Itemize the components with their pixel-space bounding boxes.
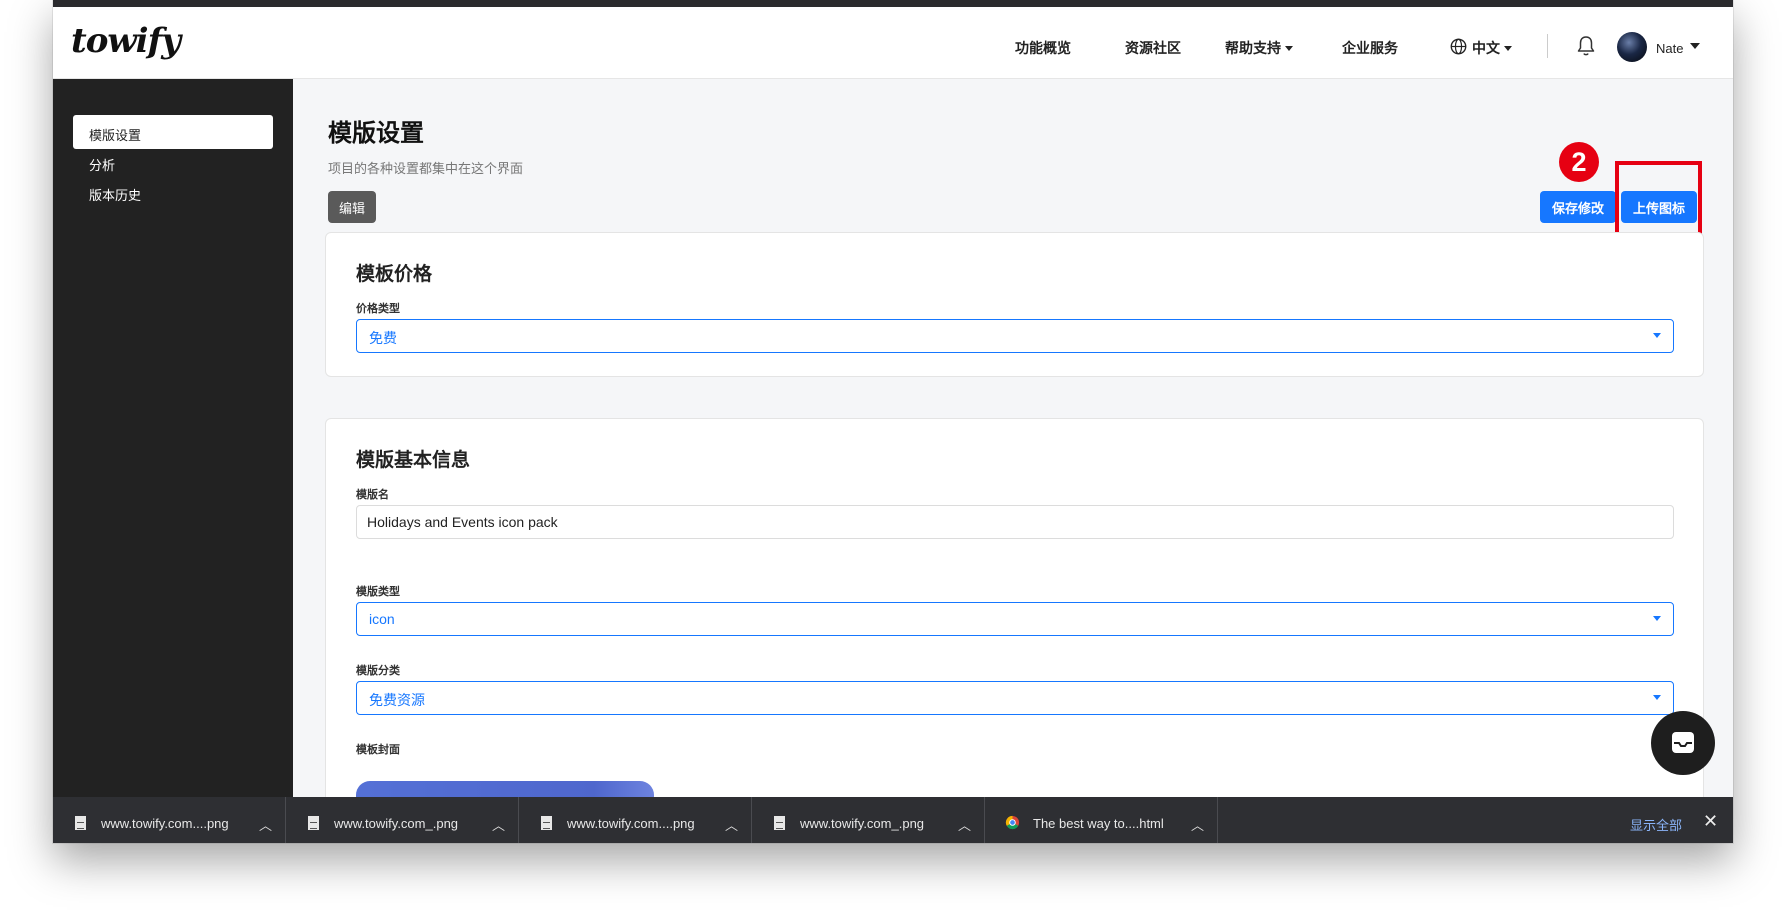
template-type-value: icon — [369, 611, 395, 627]
globe-icon[interactable] — [1450, 38, 1467, 55]
chevron-down-icon — [1504, 46, 1512, 51]
template-category-value: 免费资源 — [369, 692, 425, 708]
download-item[interactable]: www.towify.com_.png ︿ — [752, 797, 985, 843]
towify-logo[interactable]: towify — [71, 21, 181, 61]
file-icon — [75, 816, 86, 830]
sidebar-item-version-history[interactable]: 版本历史 — [73, 175, 273, 209]
sidebar-item-template-settings[interactable]: 模版设置 — [73, 115, 273, 149]
download-item[interactable]: www.towify.com....png ︿ — [519, 797, 752, 843]
template-type-label: 模版类型 — [356, 586, 400, 598]
nav-overview[interactable]: 功能概览 — [1015, 38, 1071, 58]
user-name[interactable]: Nate — [1656, 41, 1683, 56]
browser-window: towify 功能概览 资源社区 帮助支持 企业服务 中文 Nate 模版设置 … — [53, 0, 1733, 843]
close-icon[interactable]: ✕ — [1703, 811, 1718, 832]
nav-enterprise[interactable]: 企业服务 — [1342, 38, 1398, 58]
basic-info-title: 模版基本信息 — [356, 449, 471, 471]
avatar[interactable] — [1617, 32, 1647, 62]
chevron-down-icon — [1653, 333, 1661, 338]
template-cover-label: 模板封面 — [356, 744, 400, 756]
price-type-label: 价格类型 — [356, 303, 400, 315]
language-selector[interactable]: 中文 — [1472, 38, 1512, 58]
basic-info-card: 模版基本信息 模版名 Holidays and Events icon pack… — [325, 418, 1704, 838]
download-item[interactable]: www.towify.com_.png ︿ — [286, 797, 519, 843]
edit-button[interactable]: 编辑 — [328, 191, 376, 223]
download-item[interactable]: The best way to....html ︿ — [985, 797, 1218, 843]
step-number-badge: 2 — [1559, 142, 1599, 182]
inbox-icon — [1672, 732, 1694, 753]
file-icon — [308, 816, 319, 830]
price-card: 模板价格 价格类型 免费 — [325, 232, 1704, 377]
chrome-icon — [1005, 815, 1020, 830]
download-filename: www.towify.com_.png — [800, 816, 925, 831]
download-filename: The best way to....html — [1033, 816, 1164, 831]
user-menu-chevron-icon[interactable] — [1690, 43, 1700, 49]
nav-community[interactable]: 资源社区 — [1125, 38, 1181, 58]
nav-help-label: 帮助支持 — [1225, 41, 1281, 57]
chevron-up-icon[interactable]: ︿ — [492, 815, 505, 834]
chevron-up-icon[interactable]: ︿ — [1191, 815, 1204, 834]
main-content: 模版设置 项目的各种设置都集中在这个界面 编辑 2 保存修改 上传图标 模板价格… — [293, 79, 1733, 838]
sidebar: 模版设置 分析 版本历史 — [53, 79, 293, 797]
template-category-label: 模版分类 — [356, 665, 400, 677]
template-name-input[interactable]: Holidays and Events icon pack — [356, 505, 1674, 539]
save-changes-button[interactable]: 保存修改 — [1540, 191, 1616, 223]
header-divider — [1547, 34, 1548, 58]
chevron-up-icon[interactable]: ︿ — [958, 815, 971, 834]
file-icon — [541, 816, 552, 830]
top-header: towify 功能概览 资源社区 帮助支持 企业服务 中文 Nate — [53, 7, 1733, 79]
download-filename: www.towify.com....png — [101, 816, 229, 831]
show-all-downloads-link[interactable]: 显示全部 — [1630, 815, 1682, 834]
chevron-down-icon — [1653, 616, 1661, 621]
bell-icon[interactable] — [1576, 35, 1596, 57]
template-category-select[interactable]: 免费资源 — [356, 681, 1674, 715]
price-type-value: 免费 — [369, 330, 397, 346]
download-filename: www.towify.com....png — [567, 816, 695, 831]
page-subtitle: 项目的各种设置都集中在这个界面 — [328, 161, 524, 176]
downloads-bar: www.towify.com....png ︿ www.towify.com_.… — [53, 797, 1733, 843]
template-type-select[interactable]: icon — [356, 602, 1674, 636]
price-type-select[interactable]: 免费 — [356, 319, 1674, 353]
chevron-up-icon[interactable]: ︿ — [725, 815, 738, 834]
template-name-label: 模版名 — [356, 489, 389, 501]
file-icon — [774, 816, 785, 830]
price-card-title: 模板价格 — [356, 263, 433, 285]
chevron-down-icon — [1285, 46, 1293, 51]
sidebar-item-analytics[interactable]: 分析 — [73, 145, 273, 179]
download-filename: www.towify.com_.png — [334, 816, 459, 831]
inbox-chat-button[interactable] — [1651, 711, 1715, 775]
chevron-up-icon[interactable]: ︿ — [259, 815, 272, 834]
page-title: 模版设置 — [328, 119, 424, 147]
download-item[interactable]: www.towify.com....png ︿ — [53, 797, 286, 843]
chevron-down-icon — [1653, 695, 1661, 700]
nav-help[interactable]: 帮助支持 — [1225, 38, 1293, 58]
language-label: 中文 — [1472, 41, 1500, 57]
